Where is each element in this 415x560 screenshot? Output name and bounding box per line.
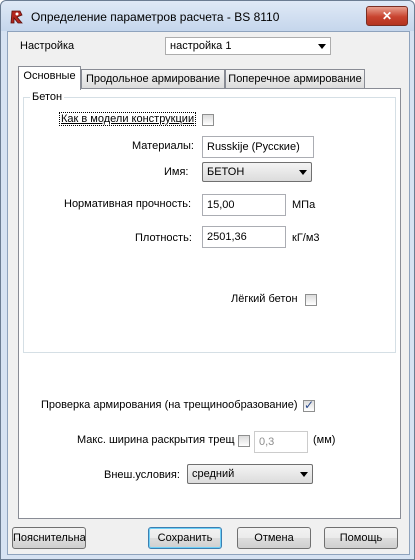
- max-crack-width-label: Макс. ширина раскрытия трещ: [77, 434, 235, 446]
- materials-field[interactable]: Russkije (Русские): [202, 136, 314, 158]
- close-button[interactable]: ✕: [366, 6, 408, 26]
- save-button[interactable]: Сохранить: [148, 527, 222, 549]
- strength-field[interactable]: 15,00: [202, 194, 286, 216]
- density-unit: кГ/м3: [292, 232, 320, 244]
- cancel-button[interactable]: Отмена: [237, 527, 311, 549]
- tab-longitudinal-reinforcement[interactable]: Продольное армирование: [81, 69, 225, 88]
- strength-label: Нормативная прочность:: [64, 198, 192, 210]
- light-concrete-label: Лёгкий бетон: [231, 293, 298, 305]
- settings-dropdown[interactable]: настройка 1: [165, 37, 331, 55]
- max-crack-width-field[interactable]: 0,3: [254, 431, 308, 453]
- environment-dropdown[interactable]: средний: [187, 464, 313, 484]
- settings-label: Настройка: [20, 40, 75, 52]
- tab-transverse-reinforcement[interactable]: Поперечное армирование: [225, 69, 365, 88]
- as-in-model-checkbox[interactable]: [202, 114, 214, 126]
- as-in-model-label[interactable]: Как в модели конструкции: [59, 112, 197, 126]
- strength-unit: МПа: [292, 199, 316, 211]
- chevron-down-icon: [299, 170, 307, 175]
- max-crack-width-checkbox[interactable]: [238, 435, 250, 447]
- concrete-group-title: Бетон: [30, 91, 65, 103]
- chevron-down-icon: [300, 472, 308, 477]
- max-crack-width-unit: (мм): [313, 434, 336, 446]
- app-logo-icon: [10, 10, 23, 24]
- concrete-group: Бетон Как в модели конструкции Материалы…: [23, 91, 396, 353]
- density-label: Плотность:: [135, 232, 192, 244]
- chevron-down-icon: [318, 44, 326, 49]
- concrete-name-dropdown[interactable]: БЕТОН: [202, 162, 312, 182]
- dialog-body: Настройка настройка 1 Основные Продольно…: [7, 31, 410, 555]
- light-concrete-checkbox[interactable]: [305, 294, 317, 306]
- tab-basic[interactable]: Основные: [18, 66, 81, 90]
- crack-check-checkbox[interactable]: [303, 398, 315, 412]
- explanatory-note-button[interactable]: Пояснительная записка: [12, 527, 86, 549]
- dialog-window: Определение параметров расчета - BS 8110…: [0, 0, 415, 560]
- crack-check-label: Проверка армирования (на трещинообразова…: [41, 399, 298, 411]
- tab-panel: Бетон Как в модели конструкции Материалы…: [18, 88, 401, 519]
- close-icon: ✕: [381, 9, 393, 23]
- help-button[interactable]: Помощь: [324, 527, 398, 549]
- settings-value: настройка 1: [170, 40, 232, 52]
- title-bar[interactable]: Определение параметров расчета - BS 8110…: [1, 1, 414, 31]
- window-title: Определение параметров расчета - BS 8110: [31, 10, 280, 24]
- environment-label: Внеш.условия:: [104, 469, 180, 481]
- name-label: Имя:: [164, 166, 189, 178]
- density-field[interactable]: 2501,36: [202, 226, 286, 248]
- materials-label: Материалы:: [132, 140, 194, 152]
